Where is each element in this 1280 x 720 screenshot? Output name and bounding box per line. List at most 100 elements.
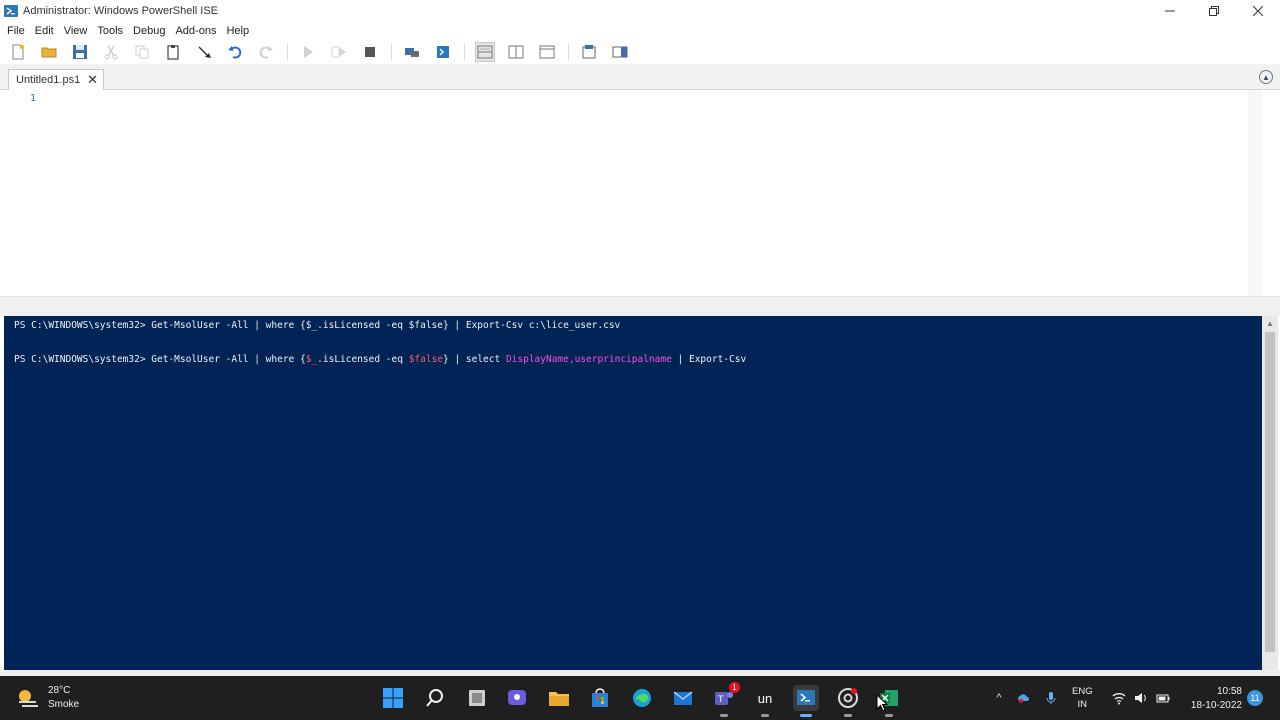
- show-hidden-icons-button[interactable]: ^: [990, 689, 1008, 707]
- folder-icon: [549, 692, 569, 706]
- redo-button[interactable]: [256, 42, 276, 62]
- language-indicator[interactable]: ENG IN: [1072, 685, 1093, 711]
- save-script-button[interactable]: [70, 42, 90, 62]
- script-tab-strip: Untitled1.ps1 ✕ ▲: [0, 64, 1280, 90]
- console-prompt: PS C:\WINDOWS\system32>: [14, 320, 152, 331]
- pane-splitter[interactable]: [0, 296, 1280, 316]
- close-button[interactable]: [1236, 0, 1280, 22]
- cut-button[interactable]: [101, 42, 121, 62]
- console-scrollbar[interactable]: ▲: [1262, 316, 1278, 670]
- wifi-icon: [1110, 689, 1128, 707]
- toolbar: [0, 40, 1280, 64]
- show-command-window-button[interactable]: [579, 42, 599, 62]
- run-script-button[interactable]: [298, 42, 318, 62]
- taskbar-store[interactable]: [587, 685, 613, 711]
- tab-label: Untitled1.ps1: [16, 74, 81, 86]
- start-powershell-button[interactable]: [433, 42, 453, 62]
- taskbar-search-button[interactable]: [422, 685, 448, 711]
- running-indicator: [761, 714, 769, 717]
- taskbar-edge[interactable]: [629, 685, 655, 711]
- run-selection-button[interactable]: [329, 42, 349, 62]
- battery-icon: [1154, 689, 1172, 707]
- taskbar-teams[interactable]: T 1: [711, 682, 740, 717]
- layout-top-icon: [477, 45, 493, 59]
- show-script-top-button[interactable]: [475, 42, 495, 62]
- new-script-button[interactable]: [8, 42, 28, 62]
- line-number: 1: [30, 93, 37, 104]
- console-command: | Export-Csv: [671, 354, 747, 365]
- open-script-button[interactable]: [39, 42, 59, 62]
- cloud-icon: [1018, 694, 1029, 703]
- console-variable: $false: [408, 354, 444, 365]
- taskbar-powershell-ise[interactable]: [793, 685, 819, 717]
- paste-icon: [167, 45, 179, 60]
- undo-button[interactable]: [225, 42, 245, 62]
- open-folder-icon: [41, 47, 57, 58]
- editor-scrollbar[interactable]: [1248, 90, 1262, 296]
- microphone-button[interactable]: [1042, 689, 1060, 707]
- tab-untitled1[interactable]: Untitled1.ps1 ✕: [8, 69, 104, 90]
- console-line: PS C:\WINDOWS\system32> Get-MsolUser -Al…: [14, 354, 746, 365]
- stop-button[interactable]: [360, 42, 380, 62]
- taskbar-chat-button[interactable]: [504, 685, 530, 711]
- undo-icon: [228, 46, 242, 59]
- restore-button[interactable]: [1192, 0, 1236, 22]
- scroll-up-icon[interactable]: ▲: [1262, 316, 1278, 330]
- menu-edit[interactable]: Edit: [35, 25, 54, 37]
- remote-powershell-icon: [405, 48, 419, 57]
- tray-app-button[interactable]: [1014, 689, 1032, 707]
- copy-button[interactable]: [132, 42, 152, 62]
- paste-button[interactable]: [163, 42, 183, 62]
- script-editor[interactable]: 1: [4, 90, 1262, 296]
- show-script-max-button[interactable]: [537, 42, 557, 62]
- menu-tools[interactable]: Tools: [97, 25, 123, 37]
- clear-console-button[interactable]: [194, 42, 214, 62]
- console-variable: $_: [305, 354, 318, 365]
- notification-center-button[interactable]: 11: [1247, 690, 1263, 706]
- menu-file[interactable]: File: [7, 25, 25, 37]
- search-icon: [426, 689, 443, 707]
- weather-widget[interactable]: 28°C Smoke: [16, 684, 79, 712]
- menu-debug[interactable]: Debug: [133, 25, 165, 37]
- tab-close-icon[interactable]: ✕: [87, 72, 98, 88]
- console-prompt: PS C:\WINDOWS\system32>: [14, 354, 152, 365]
- menu-help[interactable]: Help: [226, 25, 249, 37]
- powershell-icon: [437, 46, 449, 58]
- notification-badge: 1: [729, 682, 740, 693]
- taskbar: 28°C Smoke T 1 un ^ ENG IN 10:58 18-10-2…: [0, 676, 1280, 720]
- console-command: } | select: [443, 354, 506, 365]
- console-member: DisplayName,userprincipalname: [505, 354, 672, 365]
- console-pane[interactable]: PS C:\WINDOWS\system32> Get-MsolUser -Al…: [4, 316, 1262, 670]
- taskbar-chrome[interactable]: [835, 685, 861, 717]
- start-button[interactable]: [380, 685, 406, 711]
- powershell-ise-window: Administrator: Windows PowerShell ISE Fi…: [0, 0, 1280, 720]
- mouse-cursor-icon: [876, 694, 888, 712]
- menu-addons[interactable]: Add-ons: [175, 25, 216, 37]
- volume-icon: [1132, 689, 1150, 707]
- microphone-icon: [1046, 692, 1056, 704]
- show-script-right-button[interactable]: [506, 42, 526, 62]
- running-indicator: [844, 714, 852, 717]
- layout-right-icon: [508, 45, 524, 59]
- menu-view[interactable]: View: [64, 25, 88, 37]
- clock-time: 10:58: [1216, 686, 1242, 697]
- redo-icon: [259, 46, 273, 59]
- toolbar-separator: [464, 43, 465, 61]
- minimize-button[interactable]: [1148, 0, 1192, 22]
- new-file-icon: [12, 44, 24, 60]
- running-indicator: [885, 714, 893, 717]
- remote-powershell-button[interactable]: [402, 42, 422, 62]
- title-bar: Administrator: Windows PowerShell ISE: [0, 0, 1280, 22]
- task-view-button[interactable]: [464, 685, 490, 711]
- clock[interactable]: 10:58 18-10-2022: [1186, 685, 1242, 713]
- show-command-addon-button[interactable]: [610, 42, 630, 62]
- language-code: ENG: [1072, 686, 1093, 697]
- collapse-script-pane-button[interactable]: ▲: [1259, 70, 1273, 84]
- taskbar-mail[interactable]: [670, 685, 696, 711]
- taskbar-file-explorer[interactable]: [546, 685, 572, 711]
- quick-settings[interactable]: [1110, 676, 1172, 720]
- play-icon: [304, 46, 313, 58]
- scroll-thumb[interactable]: [1265, 332, 1275, 652]
- run-selection-icon: [331, 46, 346, 58]
- taskbar-text-app[interactable]: un: [752, 685, 778, 717]
